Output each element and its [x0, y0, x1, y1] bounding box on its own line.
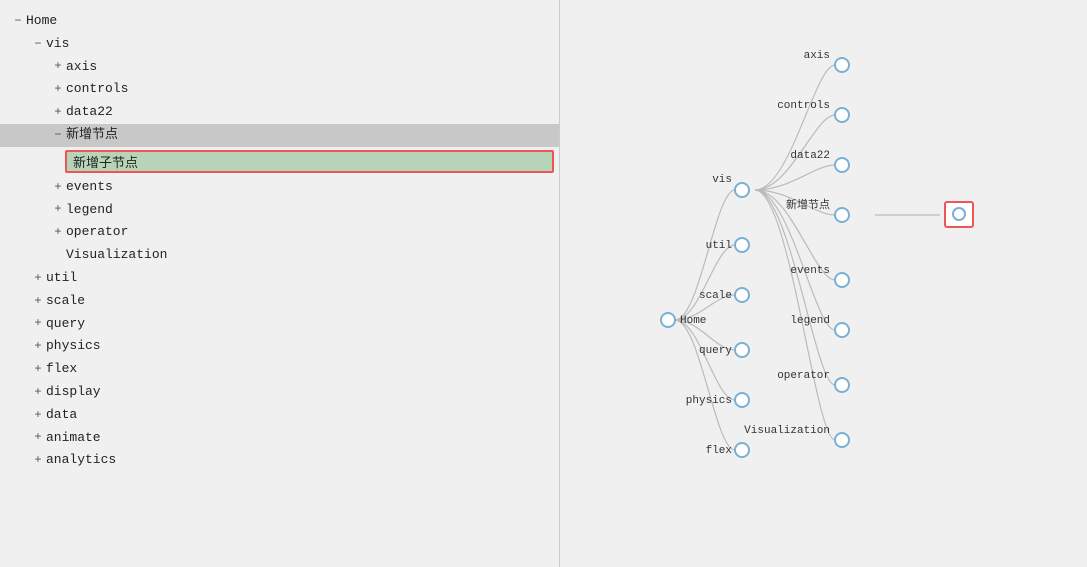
tree-item-util[interactable]: + util: [0, 267, 559, 290]
svg-text:events: events: [790, 265, 830, 277]
svg-text:axis: axis: [804, 50, 830, 62]
label-legend: legend: [66, 200, 113, 221]
tree-panel: − Home − vis + axis + controls + data22 …: [0, 0, 560, 567]
label-axis: axis: [66, 57, 97, 78]
tree-item-animate[interactable]: + animate: [0, 427, 559, 450]
tree-item-visualization[interactable]: Visualization: [0, 244, 559, 267]
toggle-query[interactable]: +: [30, 314, 46, 333]
svg-text:legend: legend: [790, 315, 830, 327]
toggle-visualization[interactable]: [50, 246, 66, 265]
toggle-legend[interactable]: +: [50, 200, 66, 219]
toggle-animate[interactable]: +: [30, 428, 46, 447]
tree-item-data[interactable]: + data: [0, 404, 559, 427]
node-query[interactable]: [735, 343, 749, 357]
tree-item-events[interactable]: + events: [0, 176, 559, 199]
svg-text:新增节点: 新增节点: [786, 197, 830, 212]
tree-item-data22[interactable]: + data22: [0, 101, 559, 124]
svg-text:Visualization: Visualization: [744, 425, 830, 437]
svg-text:query: query: [699, 345, 732, 357]
toggle-analytics[interactable]: +: [30, 451, 46, 470]
node-legend[interactable]: [835, 323, 849, 337]
toggle-display[interactable]: +: [30, 383, 46, 402]
svg-text:util: util: [706, 240, 732, 252]
toggle-vis[interactable]: −: [30, 35, 46, 54]
label-visualization: Visualization: [66, 245, 167, 266]
toggle-axis[interactable]: +: [50, 57, 66, 76]
label-physics: physics: [46, 336, 101, 357]
node-operator[interactable]: [835, 378, 849, 392]
svg-text:controls: controls: [777, 100, 830, 112]
label-scale: scale: [46, 291, 85, 312]
tree-item-home[interactable]: − Home: [0, 10, 559, 33]
toggle-home[interactable]: −: [10, 12, 26, 31]
svg-text:flex: flex: [706, 445, 733, 457]
svg-text:operator: operator: [777, 370, 830, 382]
label-events: events: [66, 177, 113, 198]
node-scale[interactable]: [735, 288, 749, 302]
node-new-node[interactable]: [835, 208, 849, 222]
tree-item-flex[interactable]: + flex: [0, 358, 559, 381]
label-animate: animate: [46, 428, 101, 449]
toggle-events[interactable]: +: [50, 178, 66, 197]
tree-item-axis[interactable]: + axis: [0, 56, 559, 79]
toggle-new-node[interactable]: −: [50, 126, 66, 145]
node-home[interactable]: [661, 313, 675, 327]
node-visualization[interactable]: [835, 433, 849, 447]
toggle-controls[interactable]: +: [50, 80, 66, 99]
graph-svg: vis util scale query physics flex Home a…: [560, 0, 1087, 567]
label-new-node: 新增节点: [66, 125, 118, 146]
tree-item-controls[interactable]: + controls: [0, 78, 559, 101]
tree-item-legend[interactable]: + legend: [0, 199, 559, 222]
node-util[interactable]: [735, 238, 749, 252]
node-axis[interactable]: [835, 58, 849, 72]
label-display: display: [46, 382, 101, 403]
toggle-scale[interactable]: +: [30, 292, 46, 311]
label-data22: data22: [66, 102, 113, 123]
node-data22[interactable]: [835, 158, 849, 172]
new-child-input-row[interactable]: [65, 150, 554, 173]
label-home: Home: [26, 11, 57, 32]
graph-panel: vis util scale query physics flex Home a…: [560, 0, 1087, 567]
svg-text:scale: scale: [699, 290, 732, 302]
node-flex[interactable]: [735, 443, 749, 457]
toggle-util[interactable]: +: [30, 269, 46, 288]
node-vis[interactable]: [735, 183, 749, 197]
toggle-physics[interactable]: +: [30, 337, 46, 356]
label-util: util: [46, 268, 77, 289]
svg-text:physics: physics: [686, 395, 732, 407]
tree-item-vis[interactable]: − vis: [0, 33, 559, 56]
tree-item-new-node[interactable]: − 新增节点: [0, 124, 559, 147]
tree-item-operator[interactable]: + operator: [0, 221, 559, 244]
toggle-operator[interactable]: +: [50, 223, 66, 242]
label-query: query: [46, 314, 85, 335]
svg-text:vis: vis: [712, 174, 732, 186]
toggle-flex[interactable]: +: [30, 360, 46, 379]
new-child-input[interactable]: [73, 154, 546, 169]
svg-text:data22: data22: [790, 150, 830, 162]
node-controls[interactable]: [835, 108, 849, 122]
tree-item-scale[interactable]: + scale: [0, 290, 559, 313]
node-events[interactable]: [835, 273, 849, 287]
tree-item-physics[interactable]: + physics: [0, 335, 559, 358]
new-child-circle[interactable]: [953, 208, 965, 220]
svg-text:Home: Home: [680, 315, 706, 327]
toggle-data22[interactable]: +: [50, 103, 66, 122]
label-analytics: analytics: [46, 450, 116, 471]
label-operator: operator: [66, 222, 128, 243]
toggle-data[interactable]: +: [30, 406, 46, 425]
label-data: data: [46, 405, 77, 426]
tree-item-query[interactable]: + query: [0, 313, 559, 336]
tree-item-display[interactable]: + display: [0, 381, 559, 404]
label-vis: vis: [46, 34, 69, 55]
label-flex: flex: [46, 359, 77, 380]
label-controls: controls: [66, 79, 128, 100]
tree-item-analytics[interactable]: + analytics: [0, 449, 559, 472]
node-physics[interactable]: [735, 393, 749, 407]
